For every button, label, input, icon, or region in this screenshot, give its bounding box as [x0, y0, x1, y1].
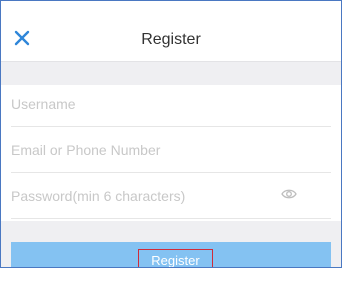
- register-button-label: Register: [138, 249, 213, 267]
- email-or-phone-input[interactable]: [11, 127, 331, 172]
- contact-field-row: [11, 127, 331, 173]
- register-button[interactable]: Register: [11, 242, 331, 267]
- password-field-row: [11, 173, 331, 219]
- page-title: Register: [141, 31, 201, 48]
- button-area: Register: [1, 221, 341, 267]
- username-field-row: [11, 81, 331, 127]
- dialog-header: Register: [1, 1, 341, 61]
- register-dialog: Register Register: [0, 0, 342, 268]
- eye-icon[interactable]: [281, 187, 297, 201]
- username-input[interactable]: [11, 81, 331, 126]
